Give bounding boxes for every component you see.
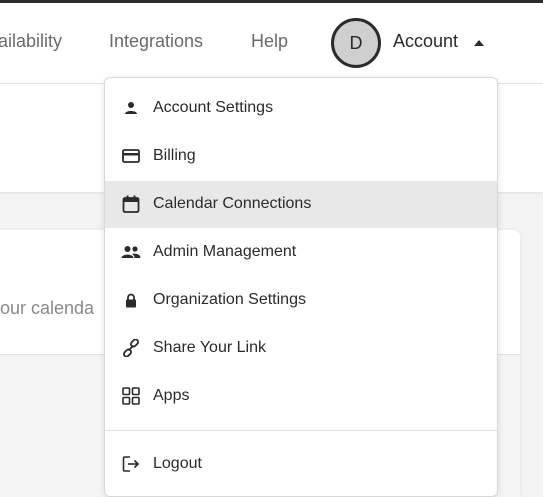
menu-item-billing[interactable]: Billing (105, 133, 497, 180)
link-icon (121, 338, 141, 358)
menu-label: Calendar Connections (153, 195, 312, 212)
person-icon (121, 98, 141, 118)
people-icon (121, 242, 141, 262)
nav-link-availability[interactable]: ailability (0, 31, 62, 52)
card-description: our calenda (0, 298, 95, 318)
account-menu-button[interactable]: Account (393, 31, 458, 52)
menu-item-calendar-connections[interactable]: Calendar Connections (105, 181, 497, 228)
lock-icon (121, 290, 141, 310)
menu-item-admin-management[interactable]: Admin Management (105, 229, 497, 276)
menu-label: Share Your Link (153, 339, 266, 356)
avatar-initial: D (349, 32, 363, 53)
nav-link-integrations[interactable]: Integrations (109, 31, 203, 52)
top-nav: ailability Integrations Help D Account (0, 3, 543, 84)
caret-up-icon (474, 40, 484, 46)
menu-label: Admin Management (153, 243, 297, 260)
menu-item-share-your-link[interactable]: Share Your Link (105, 325, 497, 372)
account-dropdown-menu: Account Settings Billing Calendar Connec… (104, 77, 498, 497)
menu-divider (105, 430, 497, 431)
menu-label: Organization Settings (153, 291, 306, 308)
menu-item-logout[interactable]: Logout (105, 441, 497, 488)
nav-link-help[interactable]: Help (251, 31, 288, 52)
menu-item-account-settings[interactable]: Account Settings (105, 85, 497, 132)
menu-label: Apps (153, 387, 190, 404)
menu-item-organization-settings[interactable]: Organization Settings (105, 277, 497, 324)
logout-icon (121, 454, 141, 474)
menu-label: Account Settings (153, 99, 274, 116)
apps-grid-icon (121, 386, 141, 406)
menu-label: Logout (153, 455, 202, 472)
menu-label: Billing (153, 147, 196, 164)
menu-item-apps[interactable]: Apps (105, 373, 497, 420)
calendar-icon (121, 194, 141, 214)
avatar[interactable]: D (331, 18, 381, 68)
credit-card-icon (121, 146, 141, 166)
